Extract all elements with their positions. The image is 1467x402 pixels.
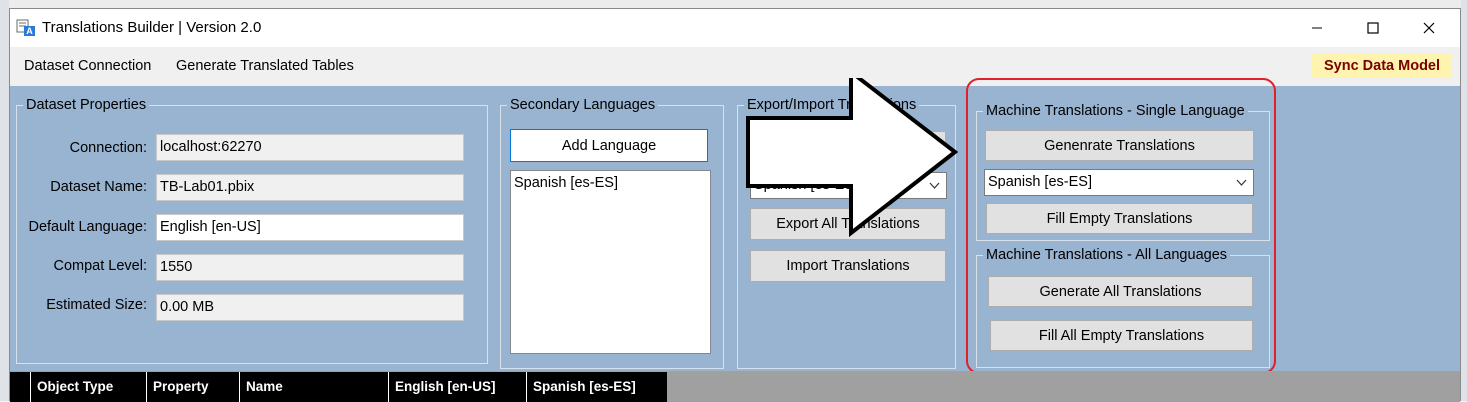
translation-app-icon: A	[16, 19, 36, 37]
menu-dataset-connection[interactable]: Dataset Connection	[24, 58, 151, 74]
secondary-languages-legend: Secondary Languages	[510, 97, 656, 113]
compat-level-field[interactable]: 1550	[156, 254, 464, 281]
maximize-button[interactable]	[1350, 9, 1396, 47]
column-header-object-type[interactable]: Object Type	[30, 372, 146, 402]
svg-text:A: A	[26, 26, 33, 36]
dataset-name-label: Dataset Name:	[50, 179, 147, 195]
compat-level-label: Compat Level:	[53, 258, 148, 274]
dataset-name-field[interactable]: TB-Lab01.pbix	[156, 174, 464, 201]
right-arrow-icon	[745, 67, 970, 326]
column-header-english[interactable]: English [en-US]	[388, 372, 526, 402]
background-left-edge	[0, 0, 9, 401]
app-window: A Translations Builder | Version 2.0 Dat…	[9, 8, 1461, 402]
estimated-size-field[interactable]: 0.00 MB	[156, 294, 464, 321]
close-button[interactable]	[1406, 9, 1452, 47]
default-language-label: Default Language:	[28, 219, 147, 235]
highlight-box	[966, 78, 1276, 374]
maximize-icon	[1367, 22, 1379, 34]
menu-generate-translated-tables[interactable]: Generate Translated Tables	[176, 58, 354, 74]
estimated-size-label: Estimated Size:	[46, 297, 147, 313]
dataset-properties-legend: Dataset Properties	[26, 97, 147, 113]
column-header-spanish[interactable]: Spanish [es-ES]	[526, 372, 667, 402]
connection-label: Connection:	[69, 140, 147, 156]
list-item[interactable]: Spanish [es-ES]	[511, 171, 710, 195]
background-right-edge	[1461, 0, 1467, 401]
window-title: Translations Builder | Version 2.0	[42, 19, 262, 36]
secondary-languages-list[interactable]: Spanish [es-ES]	[510, 170, 711, 354]
minimize-button[interactable]	[1294, 9, 1340, 47]
column-header-name[interactable]: Name	[239, 372, 388, 402]
connection-field[interactable]: localhost:62270	[156, 134, 464, 161]
title-bar: A Translations Builder | Version 2.0	[10, 9, 1460, 47]
minimize-icon	[1312, 27, 1322, 29]
default-language-field[interactable]: English [en-US]	[156, 214, 464, 241]
sync-data-model-button[interactable]: Sync Data Model	[1312, 53, 1452, 78]
add-language-button[interactable]: Add Language	[510, 129, 708, 162]
column-header-property[interactable]: Property	[146, 372, 239, 402]
close-icon	[1423, 22, 1435, 34]
translations-grid-header: Object Type Property Name English [en-US…	[10, 372, 667, 402]
